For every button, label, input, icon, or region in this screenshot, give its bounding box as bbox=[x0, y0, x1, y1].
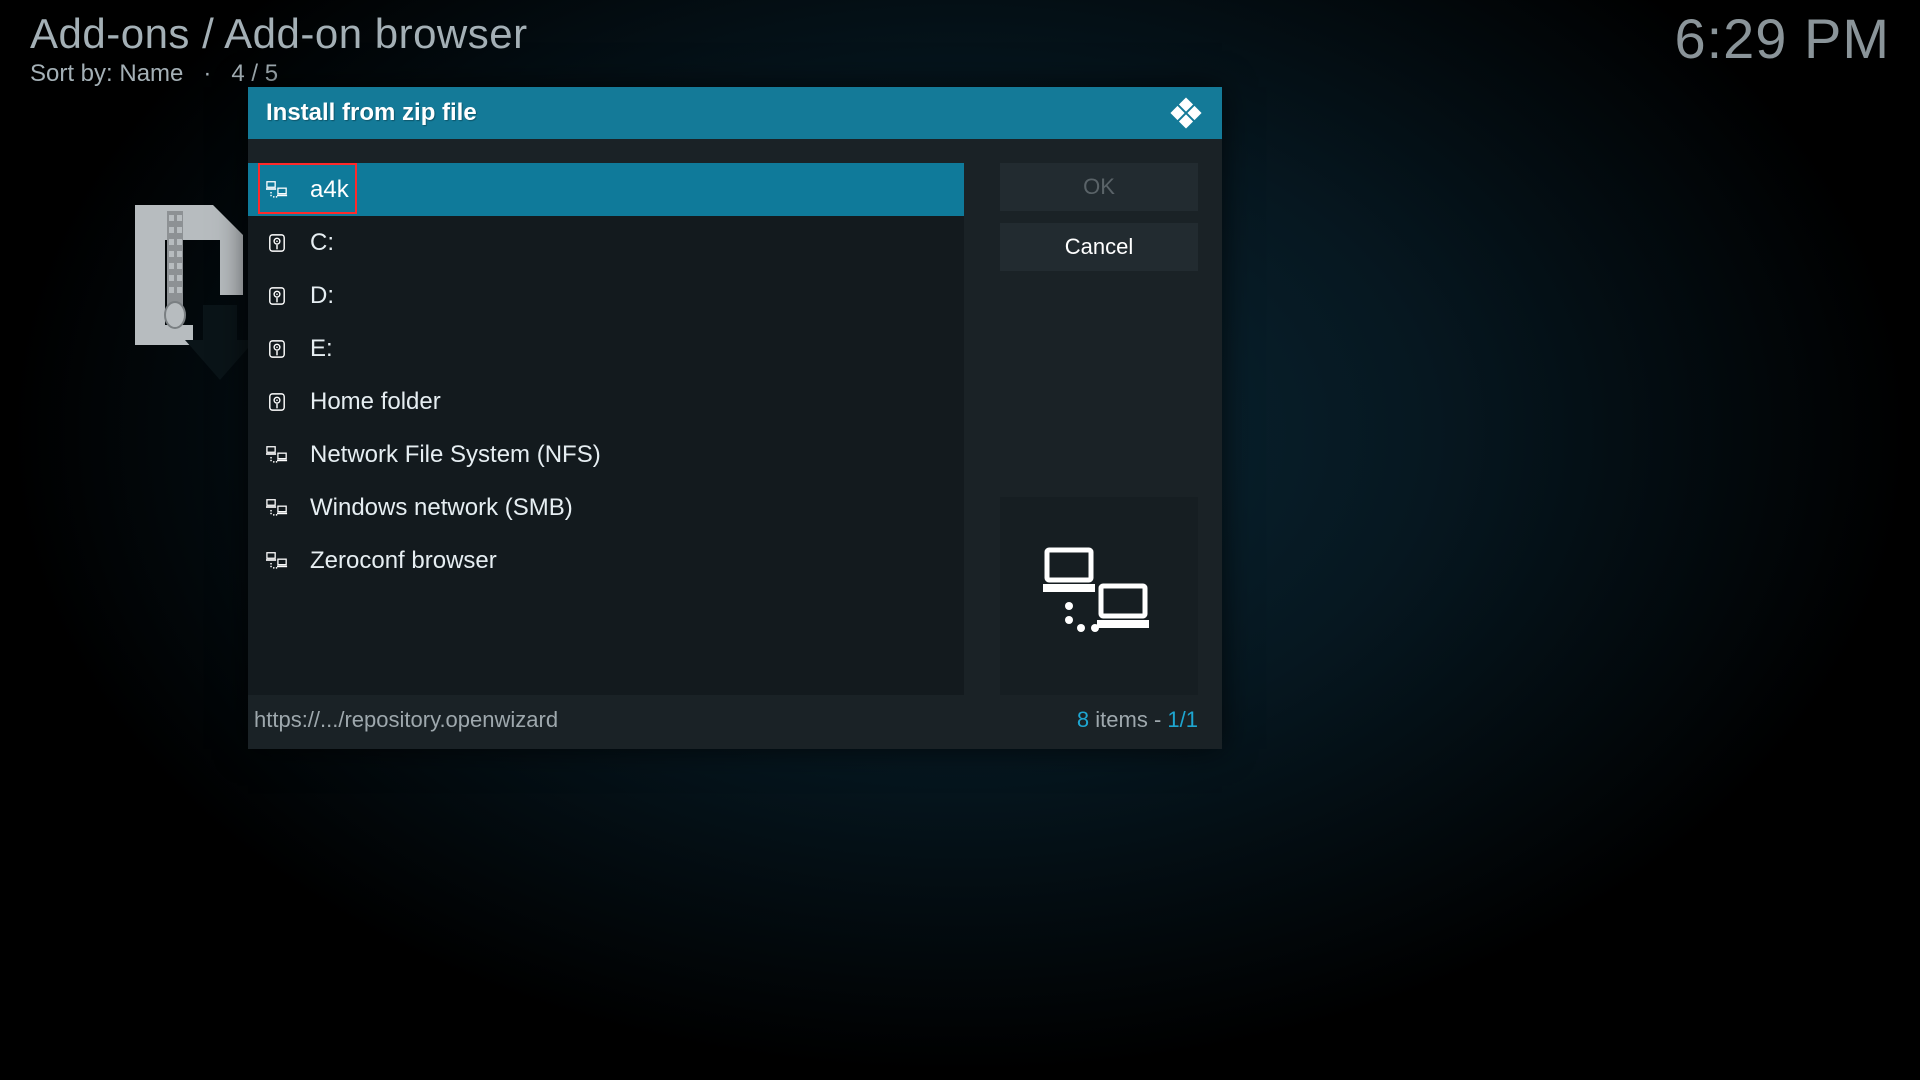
drive-icon bbox=[266, 232, 288, 254]
dialog-title: Install from zip file bbox=[266, 99, 477, 127]
network-icon bbox=[266, 444, 288, 466]
cancel-button[interactable]: Cancel bbox=[1000, 223, 1198, 271]
network-preview-icon bbox=[1039, 546, 1159, 646]
file-row-label: E: bbox=[310, 335, 333, 363]
sort-separator: · bbox=[190, 60, 225, 87]
header-area: Add-ons / Add-on browser Sort by: Name ·… bbox=[30, 10, 528, 88]
file-row-label: a4k bbox=[310, 176, 349, 204]
file-row-label: D: bbox=[310, 282, 334, 310]
network-icon bbox=[266, 550, 288, 572]
file-row-network-file-system-nfs[interactable]: Network File System (NFS) bbox=[248, 428, 964, 481]
network-icon bbox=[266, 179, 288, 201]
drive-icon bbox=[266, 285, 288, 307]
dialog-header: Install from zip file bbox=[248, 87, 1222, 139]
file-row-a4k[interactable]: a4k bbox=[248, 163, 964, 216]
items-word: items - bbox=[1089, 707, 1167, 732]
page-indicator: 1/1 bbox=[1167, 707, 1198, 732]
file-row-label: Zeroconf browser bbox=[310, 547, 497, 575]
file-row-e[interactable]: E: bbox=[248, 322, 964, 375]
file-list[interactable]: a4k C: D: E: Home folder Network File System … bbox=[248, 163, 964, 695]
file-row-home-folder[interactable]: Home folder bbox=[248, 375, 964, 428]
file-row-c[interactable]: C: bbox=[248, 216, 964, 269]
clock: 6:29 PM bbox=[1674, 6, 1890, 71]
install-zip-dialog: Install from zip file a4k C: D: E: Home fold… bbox=[248, 87, 1222, 749]
ok-button[interactable]: OK bbox=[1000, 163, 1198, 211]
preview-thumbnail bbox=[1000, 497, 1198, 695]
position-indicator: 4 / 5 bbox=[231, 60, 278, 87]
drive-icon bbox=[266, 338, 288, 360]
footer-path: https://.../repository.openwizard bbox=[254, 707, 558, 733]
footer-count: 8 items - 1/1 bbox=[1077, 707, 1198, 733]
network-icon bbox=[266, 497, 288, 519]
file-row-zeroconf-browser[interactable]: Zeroconf browser bbox=[248, 534, 964, 587]
zip-install-icon bbox=[125, 195, 265, 385]
sort-line: Sort by: Name · 4 / 5 bbox=[30, 60, 528, 88]
item-count: 8 bbox=[1077, 707, 1089, 732]
dialog-footer: https://.../repository.openwizard 8 item… bbox=[248, 695, 1222, 749]
file-row-label: Network File System (NFS) bbox=[310, 441, 601, 469]
file-row-windows-network-smb[interactable]: Windows network (SMB) bbox=[248, 481, 964, 534]
file-row-label: Windows network (SMB) bbox=[310, 494, 573, 522]
sort-label: Sort by: Name bbox=[30, 60, 183, 87]
file-row-label: Home folder bbox=[310, 388, 441, 416]
drive-icon bbox=[266, 391, 288, 413]
file-row-label: C: bbox=[310, 229, 334, 257]
kodi-logo-icon bbox=[1168, 95, 1204, 131]
file-row-d[interactable]: D: bbox=[248, 269, 964, 322]
breadcrumb: Add-ons / Add-on browser bbox=[30, 10, 528, 58]
